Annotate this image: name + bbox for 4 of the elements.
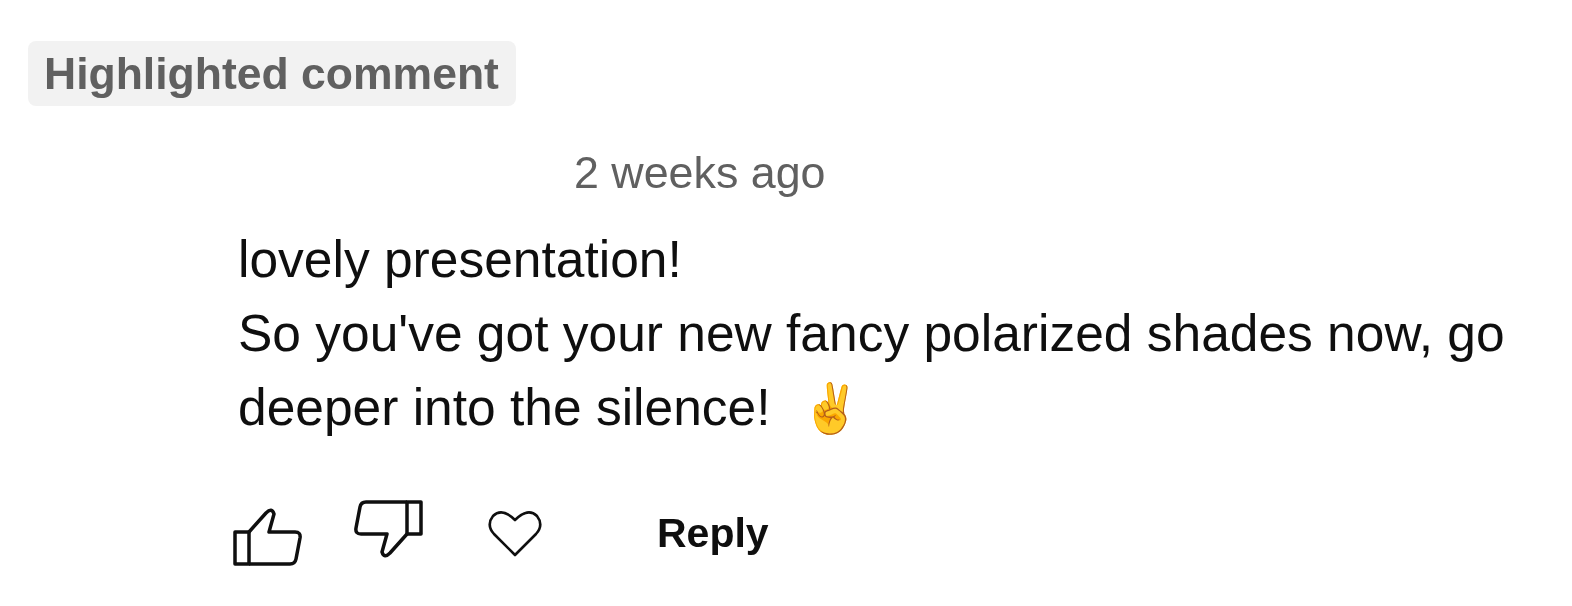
highlighted-comment-badge: Highlighted comment	[28, 41, 516, 106]
comment-text: lovely presentation! So you've got your new fancy polarized shades now, go deeper into the silence! ✌	[238, 229, 1506, 438]
reply-button[interactable]: Reply	[651, 505, 775, 561]
comment-timestamp[interactable]: 2 weeks ago	[574, 144, 826, 200]
